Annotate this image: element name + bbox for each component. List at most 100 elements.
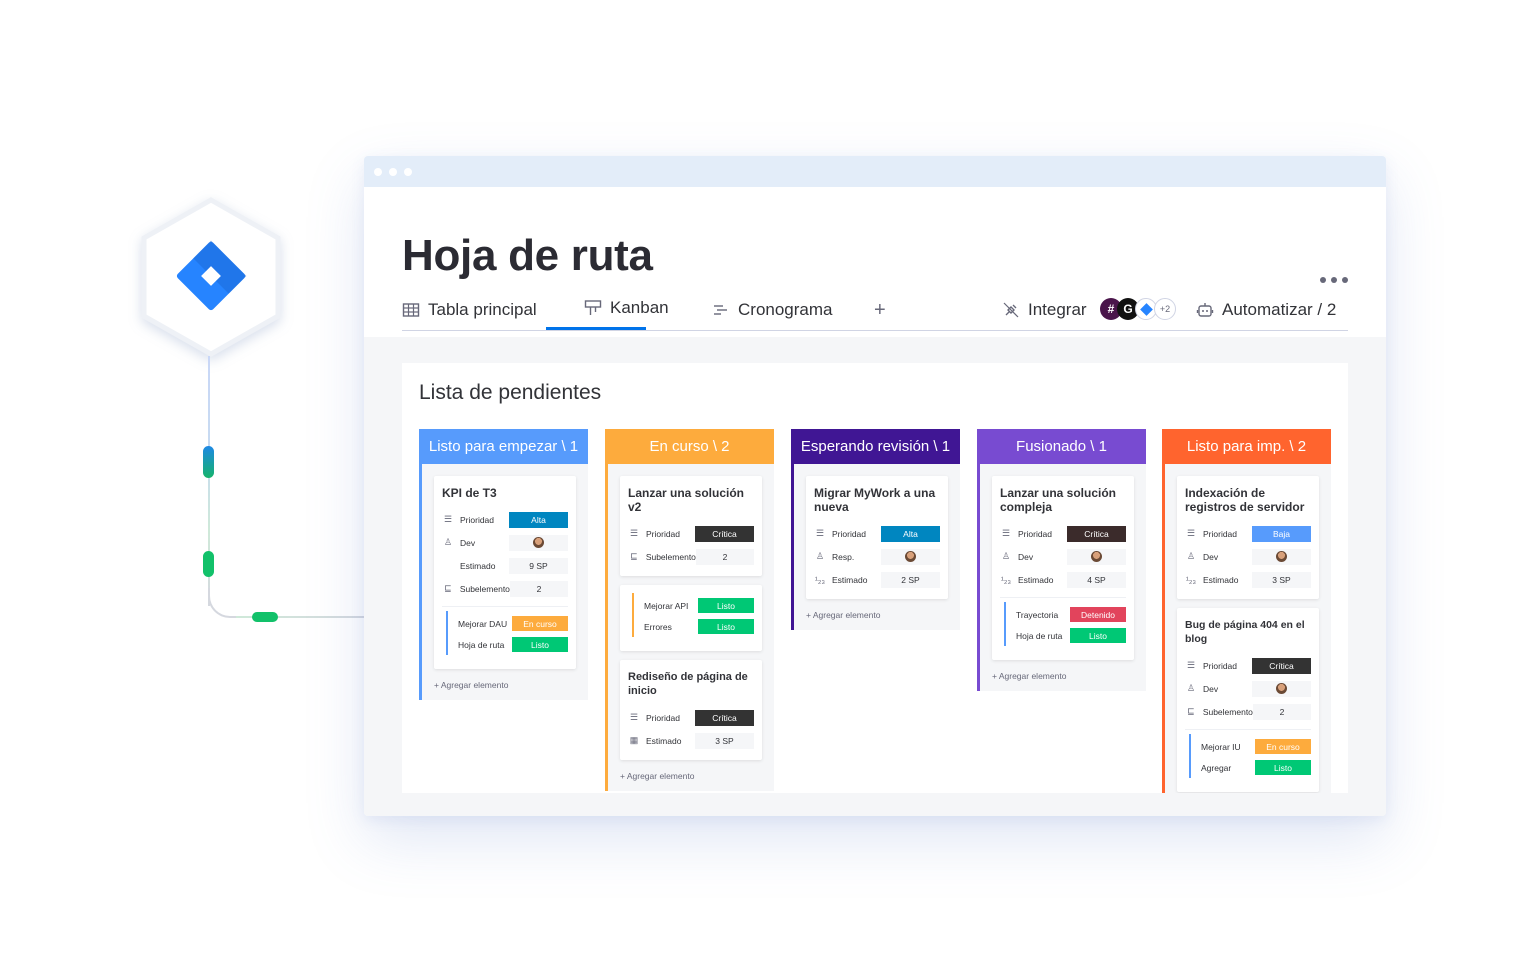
- estimate-value[interactable]: 2 SP: [881, 571, 940, 588]
- person-cell[interactable]: [1252, 548, 1311, 565]
- field-label: Prioridad: [832, 528, 867, 539]
- subitem-row[interactable]: Mejorar API Listo: [634, 595, 754, 616]
- list-icon: ☰: [815, 528, 825, 538]
- tab-tabla-principal[interactable]: Tabla principal: [402, 298, 537, 322]
- tab-kanban[interactable]: Kanban: [584, 296, 669, 320]
- avatar: [905, 551, 916, 562]
- card-title: Rediseño de página de inicio: [628, 671, 748, 697]
- subitem-count[interactable]: 2: [1252, 703, 1311, 720]
- priority-badge[interactable]: Crítica: [695, 525, 754, 542]
- add-item-link[interactable]: + Agregar elemento: [434, 678, 576, 690]
- group-title: Lista de pendientes: [419, 381, 602, 404]
- person-icon: ♙: [1186, 551, 1196, 561]
- automate-button[interactable]: Automatizar / 2: [1196, 298, 1336, 322]
- estimate-value[interactable]: 9 SP: [509, 557, 568, 574]
- status-badge[interactable]: En curso: [1255, 739, 1311, 754]
- subitem-icon: ⊑: [1187, 706, 1195, 716]
- plug-icon: [1003, 302, 1019, 318]
- kanban-card[interactable]: Lanzar una solución v2 ☰ Prioridad Crítica…: [620, 476, 762, 576]
- integration-icons[interactable]: # G +2: [1100, 298, 1176, 320]
- numbers-icon: ¹₂₃: [1185, 574, 1197, 585]
- kanban-card[interactable]: Rediseño de página de inicio ☰ Prioridad C…: [620, 660, 762, 760]
- status-badge[interactable]: Listo: [1070, 628, 1126, 643]
- kanban-column: Fusionado \ 1 Lanzar una solución comple…: [977, 429, 1146, 691]
- avatar: [1091, 551, 1102, 562]
- person-cell[interactable]: [509, 534, 568, 551]
- subitem-row[interactable]: Agregar Listo: [1191, 757, 1311, 778]
- estimate-value[interactable]: 3 SP: [1252, 571, 1311, 588]
- priority-badge[interactable]: Crítica: [1252, 657, 1311, 674]
- board-area: Lista de pendientes Listo para empezar \…: [364, 337, 1386, 816]
- subitem-row[interactable]: Errores Listo: [634, 616, 754, 637]
- tab-label: Tabla principal: [428, 300, 537, 319]
- page-title: Hoja de ruta: [402, 231, 653, 280]
- subitem-label: Mejorar API: [644, 600, 689, 611]
- more-integrations-badge: +2: [1154, 298, 1176, 320]
- priority-badge[interactable]: Alta: [881, 525, 940, 542]
- kanban-card[interactable]: KPI de T3 ☰ Prioridad Alta ♙ Dev Estimado 9 …: [434, 476, 576, 669]
- add-item-link[interactable]: + Agregar elemento: [620, 769, 762, 781]
- card-field-row: ¹₂₃ Estimado 4 SP: [1000, 568, 1126, 591]
- card-field-row: ♙ Dev: [1185, 677, 1311, 700]
- card-field-row: ☰ Prioridad Crítica: [628, 706, 754, 729]
- card-title: Migrar MyWork a una nueva: [814, 486, 936, 514]
- subitem-row[interactable]: Mejorar DAU En curso: [448, 613, 568, 634]
- column-header[interactable]: En curso \ 2: [605, 429, 774, 464]
- kanban-card[interactable]: Bug de página 404 en el blog ☰ Prioridad C…: [1177, 608, 1319, 792]
- subitem-row[interactable]: Trayectoria Detenido: [1006, 604, 1126, 625]
- kanban-column: Esperando revisión \ 1 Migrar MyWork a u…: [791, 429, 960, 630]
- subitems-list: Mejorar IU En curso Agregar Listo: [1185, 729, 1311, 784]
- card-field-row: ☰ Prioridad Baja: [1185, 522, 1311, 545]
- kanban-card[interactable]: Lanzar una solución compleja ☰ Prioridad C…: [992, 476, 1134, 660]
- kanban-card[interactable]: Migrar MyWork a una nueva ☰ Prioridad Alta…: [806, 476, 948, 599]
- estimate-value[interactable]: 4 SP: [1067, 571, 1126, 588]
- add-item-link[interactable]: + Agregar elemento: [992, 669, 1134, 681]
- subitem-row[interactable]: Hoja de ruta Listo: [1006, 625, 1126, 646]
- add-item-link[interactable]: + Agregar elemento: [806, 608, 948, 620]
- estimate-value[interactable]: 3 SP: [695, 732, 754, 749]
- subitems-card: Mejorar API Listo Errores Listo: [620, 585, 762, 651]
- priority-badge[interactable]: Crítica: [695, 709, 754, 726]
- more-options-button[interactable]: [1320, 277, 1348, 283]
- status-badge[interactable]: Listo: [698, 619, 754, 634]
- list-icon: ☰: [443, 514, 453, 524]
- person-cell[interactable]: [1252, 680, 1311, 697]
- avatar: [533, 537, 544, 548]
- person-icon: ♙: [443, 537, 453, 547]
- add-view-button[interactable]: +: [874, 298, 886, 322]
- kanban-icon: [584, 300, 602, 315]
- column-header[interactable]: Esperando revisión \ 1: [791, 429, 960, 464]
- status-badge[interactable]: En curso: [512, 616, 568, 631]
- status-badge[interactable]: Listo: [1255, 760, 1311, 775]
- priority-badge[interactable]: Crítica: [1067, 525, 1126, 542]
- status-badge[interactable]: Listo: [512, 637, 568, 652]
- person-cell[interactable]: [881, 548, 940, 565]
- column-header[interactable]: Listo para empezar \ 1: [419, 429, 588, 464]
- card-field-row: ♙ Dev: [442, 531, 568, 554]
- connector-pill-green: [203, 551, 214, 577]
- subitem-row[interactable]: Mejorar IU En curso: [1191, 736, 1311, 757]
- column-header[interactable]: Listo para imp. \ 2: [1162, 429, 1331, 464]
- card-field-row: ¹₂₃ Estimado 3 SP: [1185, 568, 1311, 591]
- kanban-card[interactable]: Indexación de registros de servidor ☰ Pri…: [1177, 476, 1319, 599]
- field-label: Subelemento: [1202, 706, 1253, 717]
- column-header[interactable]: Fusionado \ 1: [977, 429, 1146, 464]
- tab-label: Cronograma: [738, 300, 833, 319]
- card-field-row: ⊑ Subelemento 2: [442, 577, 568, 600]
- priority-badge[interactable]: Baja: [1252, 525, 1311, 542]
- subitem-count[interactable]: 2: [695, 548, 754, 565]
- field-label: Prioridad: [1203, 660, 1238, 671]
- card-field-row: ¹₂₃ Estimado 2 SP: [814, 568, 940, 591]
- field-label: Prioridad: [1018, 528, 1053, 539]
- tab-cronograma[interactable]: Cronograma: [712, 298, 833, 322]
- status-badge[interactable]: Listo: [698, 598, 754, 613]
- priority-badge[interactable]: Alta: [509, 511, 568, 528]
- field-label: Subelemento: [645, 551, 696, 562]
- avatar: [1276, 683, 1287, 694]
- subitem-count[interactable]: 2: [509, 580, 568, 597]
- integrate-button[interactable]: Integrar: [1002, 298, 1087, 322]
- person-cell[interactable]: [1067, 548, 1126, 565]
- subitem-row[interactable]: Hoja de ruta Listo: [448, 634, 568, 655]
- status-badge[interactable]: Detenido: [1070, 607, 1126, 622]
- person-icon: ♙: [815, 551, 825, 561]
